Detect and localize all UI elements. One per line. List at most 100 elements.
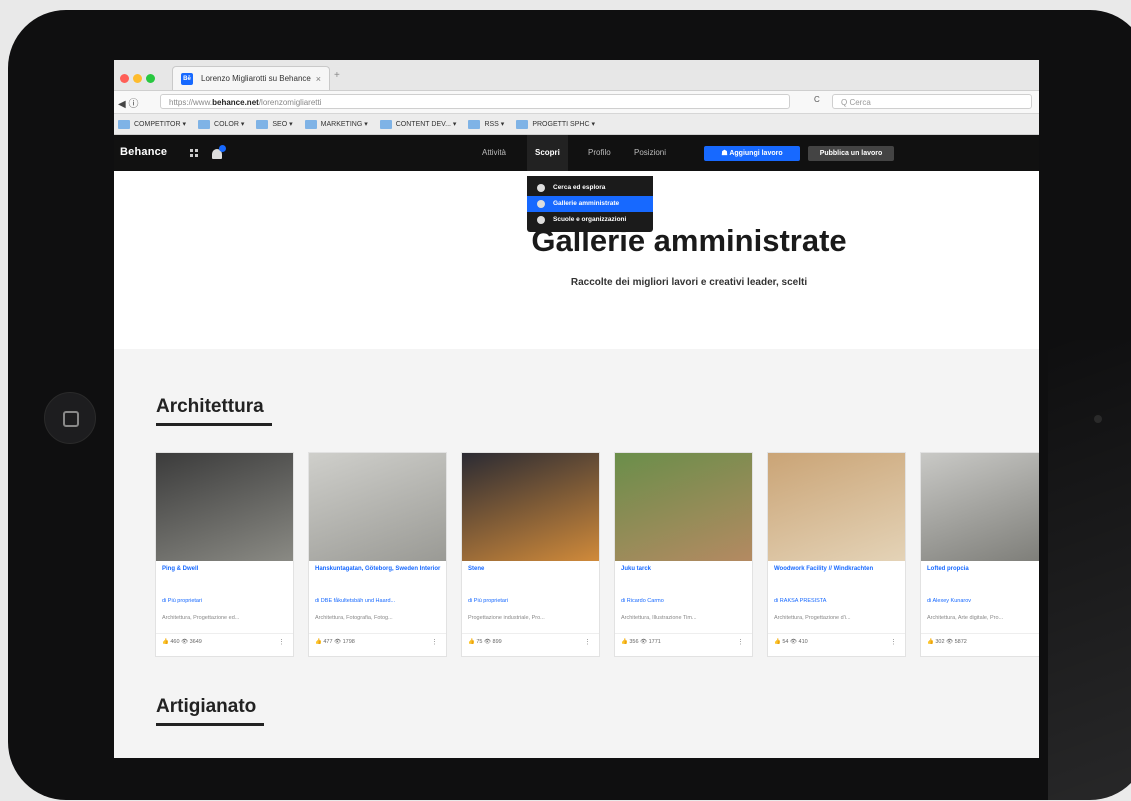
menu-item-icon <box>537 216 545 224</box>
section-title-text: Artigianato <box>156 696 257 717</box>
maximize-window-button[interactable] <box>146 74 155 83</box>
home-button[interactable] <box>44 392 96 444</box>
bookmark-folder[interactable]: SEO ▾ <box>256 119 293 129</box>
dropdown-item[interactable]: Scuole e organizzazioni <box>527 212 653 228</box>
more-options-icon[interactable]: ⋮ <box>431 638 438 646</box>
home-square-icon <box>63 411 79 427</box>
camera-icon <box>1094 415 1102 423</box>
behance-navbar: Behance Attività Scopri Profilo Posizion… <box>114 135 1039 171</box>
close-window-button[interactable] <box>120 74 129 83</box>
url-toolbar: ◀ ⓘ https://www.behance.net/lorenzomigli… <box>114 91 1039 114</box>
bookmark-folder[interactable]: CONTENT DEV... ▾ <box>379 119 456 129</box>
dropdown-item[interactable]: Cerca ed esplora <box>527 180 653 196</box>
bookmark-label: COLOR <box>214 120 239 128</box>
minimize-window-button[interactable] <box>133 74 142 83</box>
bookmark-folder[interactable]: RSS ▾ <box>468 119 504 129</box>
bookmark-folder[interactable]: PROGETTI SPHC ▾ <box>516 119 595 129</box>
browser-search-input[interactable]: Q Cerca <box>832 94 1032 109</box>
folder-icon <box>118 119 130 129</box>
project-thumbnail[interactable] <box>156 453 293 561</box>
dropdown-item-label: Cerca ed esplora <box>553 184 606 191</box>
project-card[interactable]: Lofted propcia di Alexey Kunarov Architett… <box>920 452 1039 657</box>
tab-close-icon[interactable]: × <box>316 67 321 91</box>
add-work-label: Aggiungi lavoro <box>729 150 783 157</box>
nav-profilo[interactable]: Profilo <box>588 135 611 171</box>
behance-favicon-icon: Bē <box>181 73 193 85</box>
browser-tab[interactable]: Bē Lorenzo Migliarotti su Behance × <box>172 66 330 90</box>
browser-tab-bar: Bē Lorenzo Migliarotti su Behance × + <box>114 60 1039 91</box>
bookmark-folder[interactable]: COLOR ▾ <box>198 119 244 129</box>
card-divider <box>309 633 446 634</box>
project-title[interactable]: Woodwork Facility // Windkrachten <box>774 565 900 573</box>
project-card[interactable]: Hanskuntagatan, Göteborg, Sweden Interio… <box>308 452 447 657</box>
bookmark-label: COMPETITOR <box>134 120 181 128</box>
apps-grid-icon[interactable] <box>190 149 198 157</box>
new-tab-button[interactable]: + <box>334 70 352 86</box>
project-title[interactable]: Stene <box>468 565 594 573</box>
project-thumbnail[interactable] <box>768 453 905 561</box>
folder-icon <box>379 119 392 129</box>
project-thumbnail[interactable] <box>309 453 446 561</box>
project-fields: Progettazione industriale, Pro... <box>468 615 545 621</box>
reload-icon[interactable]: C <box>814 95 820 104</box>
more-options-icon[interactable]: ⋮ <box>584 638 591 646</box>
nav-attivita[interactable]: Attività <box>482 135 506 171</box>
project-stats: 👍 460 👁 3649 <box>162 639 202 645</box>
bookmark-folder[interactable]: COMPETITOR ▾ <box>118 119 186 129</box>
project-title[interactable]: Ping & Dwell <box>162 565 288 573</box>
project-owner[interactable]: di Ricardo Carmo <box>621 598 664 604</box>
folder-icon <box>198 119 211 129</box>
more-options-icon[interactable]: ⋮ <box>890 638 897 646</box>
project-title[interactable]: Juku tarck <box>621 565 747 573</box>
dropdown-item-label: Gallerie amministrate <box>553 200 620 207</box>
project-owner[interactable]: di DBE fåkultetsbäh und Haard... <box>315 598 395 604</box>
folder-icon <box>516 119 529 129</box>
project-title[interactable]: Lofted propcia <box>927 565 1039 573</box>
project-fields: Architettura, Progettazione ed... <box>162 615 240 621</box>
project-owner[interactable]: di Più proprietari <box>162 598 202 604</box>
more-options-icon[interactable]: ⋮ <box>737 638 744 646</box>
project-thumbnail[interactable] <box>462 453 599 561</box>
publish-work-button[interactable]: Pubblica un lavoro <box>808 146 894 161</box>
project-owner[interactable]: di Alexey Kunarov <box>927 598 971 604</box>
project-fields: Architettura, Illustrazione Tim... <box>621 615 697 621</box>
more-options-icon[interactable]: ⋮ <box>278 638 285 646</box>
section-title-text: Architettura <box>156 396 264 417</box>
project-fields: Architettura, Arte digitale, Pro... <box>927 615 1004 621</box>
bookmark-folder[interactable]: MARKETING ▾ <box>304 119 368 129</box>
project-thumbnail[interactable] <box>615 453 752 561</box>
behance-logo[interactable]: Behance <box>120 146 167 158</box>
project-title[interactable]: Hanskuntagatan, Göteborg, Sweden Interio… <box>315 565 441 573</box>
project-fields: Architettura, Fotografia, Fotog... <box>315 615 393 621</box>
address-bar[interactable]: https://www.behance.net/lorenzomigliaret… <box>160 94 790 109</box>
menu-item-icon <box>537 200 545 208</box>
project-thumbnail[interactable] <box>921 453 1039 561</box>
project-owner[interactable]: di Più proprietari <box>468 598 508 604</box>
project-stats: 👍 302 👁 5872 <box>927 639 967 645</box>
screen: Bē Lorenzo Migliarotti su Behance × + ◀ … <box>114 60 1039 758</box>
project-card[interactable]: Juku tarck di Ricardo Carmo Architettura, … <box>614 452 753 657</box>
url-domain: behance.net <box>212 98 259 107</box>
project-owner[interactable]: di RAKSA PRESISTA <box>774 598 826 604</box>
back-arrow-icon[interactable]: ◀ ⓘ <box>118 95 138 110</box>
card-divider <box>768 633 905 634</box>
project-card[interactable]: Woodwork Facility // Windkrachten di RAKS… <box>767 452 906 657</box>
bookmark-label: PROGETTI SPHC <box>532 120 590 128</box>
menu-item-icon <box>537 184 545 192</box>
project-stats: 👍 356 👁 1771 <box>621 639 661 645</box>
url-prefix: https://www. <box>169 98 213 107</box>
dropdown-item[interactable]: Gallerie amministrate <box>527 196 653 212</box>
bookmark-label: SEO <box>272 120 288 128</box>
notification-bell-icon[interactable] <box>212 145 226 159</box>
project-stats: 👍 75 👁 899 <box>468 639 502 645</box>
project-card[interactable]: Ping & Dwell di Più proprietari Architettu… <box>155 452 294 657</box>
folder-icon <box>468 119 481 129</box>
add-work-button[interactable]: ☗ Aggiungi lavoro <box>704 146 800 161</box>
url-path: /lorenzomigliaretti <box>258 98 322 107</box>
nav-scopri[interactable]: Scopri <box>527 135 568 171</box>
gallery-cards-row: Ping & Dwell di Più proprietari Architettu… <box>155 452 1039 657</box>
nav-posizioni[interactable]: Posizioni <box>634 135 666 171</box>
project-card[interactable]: Stene di Più proprietari Progettazione ind… <box>461 452 600 657</box>
card-divider <box>156 633 293 634</box>
bookmark-label: RSS <box>484 120 499 128</box>
